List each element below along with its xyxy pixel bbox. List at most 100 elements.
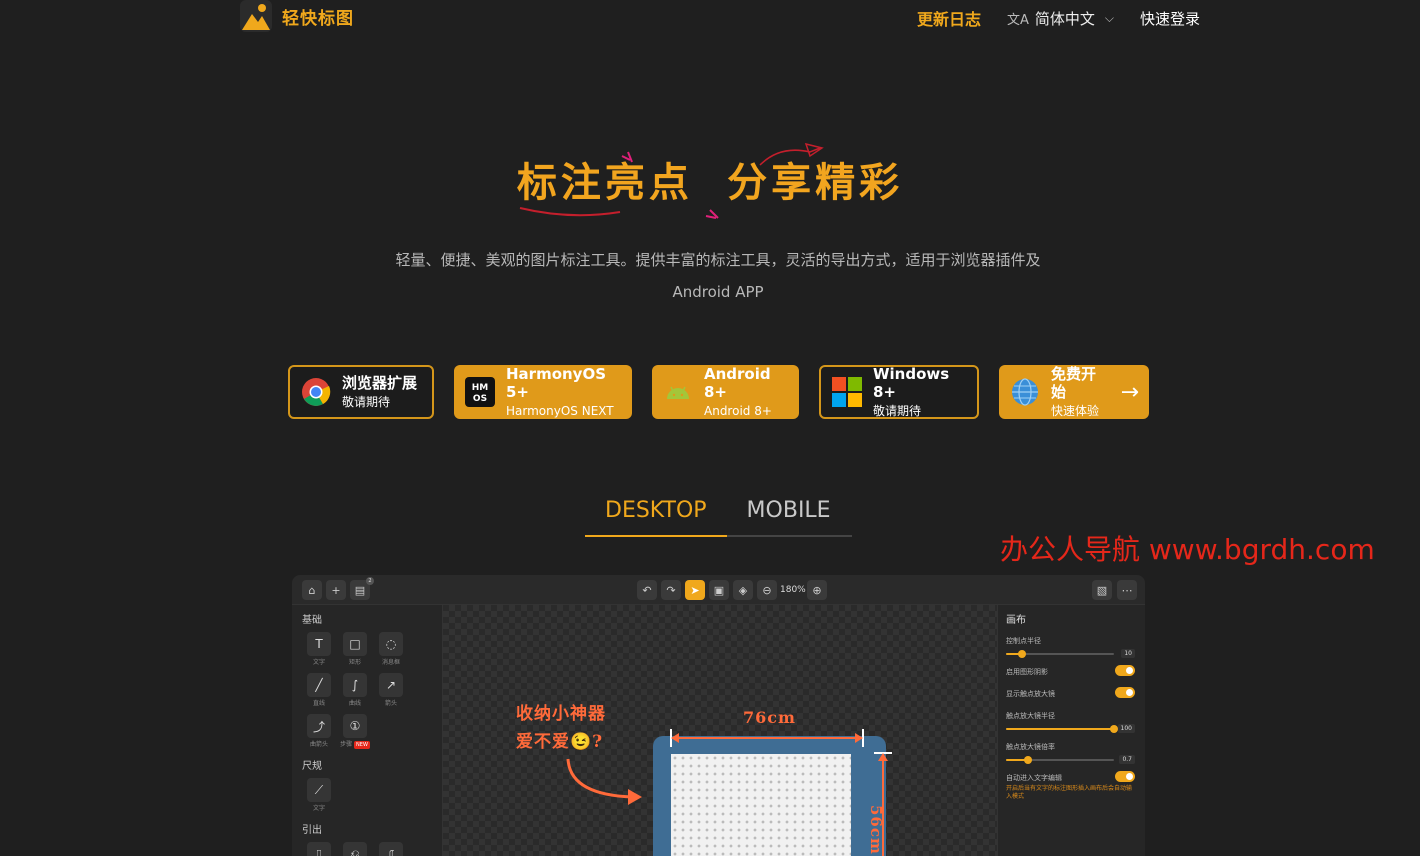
tool-bubble[interactable]: ◌ 消息框 xyxy=(373,632,409,667)
new-badge: NEW xyxy=(354,741,370,749)
rect-icon: □ xyxy=(343,632,367,656)
ruler-icon: ⟋ xyxy=(307,778,331,802)
login-link[interactable]: 快速登录 xyxy=(1140,8,1200,29)
callout-icon: ⎎ xyxy=(379,842,403,856)
section-ruler: 尺规 xyxy=(302,761,322,772)
dimension-height-label: 56cm xyxy=(867,805,885,855)
auto-edit-toggle-row: 自动进入文字编辑 xyxy=(1006,771,1137,783)
magnifier-toggle-row: 显示触点放大镜 xyxy=(1006,687,1137,711)
crop-icon[interactable]: ▣ xyxy=(709,580,729,600)
tool-rect[interactable]: □ 矩形 xyxy=(337,632,373,667)
mag-radius-slider[interactable]: 100 xyxy=(1006,724,1137,734)
annotation-text-line1: 收纳小神器 xyxy=(516,704,606,724)
watermark-text: 办公人导航 www.bgrdh.com xyxy=(1000,533,1375,566)
more-icon[interactable]: ⋯ xyxy=(1117,580,1137,600)
brand-logo[interactable]: 轻快标图 xyxy=(240,0,354,32)
line-icon: ╱ xyxy=(307,673,331,697)
svg-text:HM: HM xyxy=(472,383,489,393)
tool-label: 曲箭头 xyxy=(309,741,328,748)
android-button[interactable]: Android 8+ Android 8+ xyxy=(652,365,799,419)
tool-callout-1[interactable]: ⎍ xyxy=(301,842,337,856)
panel-title: 画布 xyxy=(1006,615,1026,626)
ctrl-radius-slider[interactable]: 10 xyxy=(1006,649,1137,659)
chevron-down-icon: ⌵ xyxy=(1104,10,1114,25)
bubble-icon: ◌ xyxy=(379,632,403,656)
home-icon[interactable]: ⌂ xyxy=(302,580,322,600)
add-icon[interactable]: + xyxy=(326,580,346,600)
logo-icon xyxy=(240,0,272,32)
undo-icon[interactable]: ↶ xyxy=(637,580,657,600)
tab-mobile[interactable]: MOBILE xyxy=(727,497,851,535)
platform-sub-label: HarmonyOS NEXT xyxy=(506,404,614,418)
tab-desktop[interactable]: DESKTOP xyxy=(585,497,727,537)
windows-button[interactable]: Windows 8+ 敬请期待 xyxy=(819,365,979,419)
shadow-label: 启用图形阴影 xyxy=(1006,668,1048,676)
subtitle-line1: 轻量、便捷、美观的图片标注工具。提供丰富的标注工具，灵活的导出方式，适用于浏览器… xyxy=(395,251,1041,269)
hero-title: 标注亮点 分享精彩 xyxy=(0,150,1420,208)
language-selector[interactable]: 文A 简体中文 ⌵ xyxy=(1007,8,1114,29)
slider-value: 10 xyxy=(1121,649,1135,658)
top-nav: 轻快标图 更新日志 文A 简体中文 ⌵ 快速登录 xyxy=(0,0,1420,34)
layers-icon[interactable]: ◈ xyxy=(733,580,753,600)
image-export-icon[interactable]: ▧ xyxy=(1092,580,1112,600)
windows-icon xyxy=(831,376,863,408)
shadow-toggle-row: 启用图形阴影 xyxy=(1006,665,1137,689)
zoom-in-icon[interactable]: ⊕ xyxy=(807,580,827,600)
step-icon: ① xyxy=(343,714,367,738)
platform-main-label: Android 8+ xyxy=(704,365,771,401)
platform-sub-label: 敬请期待 xyxy=(342,395,391,409)
zoom-out-icon[interactable]: ⊖ xyxy=(757,580,777,600)
tool-label: 直线 xyxy=(312,700,325,707)
tool-line[interactable]: ╱ 直线 xyxy=(301,673,337,708)
hero-title-part1: 标注亮点 xyxy=(516,159,693,206)
harmonyos-button[interactable]: HM OS HarmonyOS 5+ HarmonyOS NEXT xyxy=(454,365,632,419)
magnifier-label: 显示触点放大镜 xyxy=(1006,690,1055,698)
browser-extension-button[interactable]: 浏览器扩展 敬请期待 xyxy=(288,365,434,419)
platform-buttons: 浏览器扩展 敬请期待 HM OS HarmonyOS 5+ HarmonyOS … xyxy=(288,365,1149,419)
platform-main-label: Windows 8+ xyxy=(873,365,950,401)
tool-curved-arrow[interactable]: ⤴ 曲箭头 xyxy=(301,714,337,749)
tool-panel: 基础 T 文字 □ 矩形 ◌ 消息框 ╱ 直线 ∫ 曲线 ↗ 箭头 ⤴ 曲箭头 ① 步骤 NEW… xyxy=(292,605,443,856)
tool-callout-3[interactable]: ⎎ xyxy=(373,842,409,856)
arrow-icon: ↗ xyxy=(379,673,403,697)
callout-icon: ⎌ xyxy=(343,842,367,856)
section-basic: 基础 xyxy=(302,615,322,626)
auto-edit-toggle[interactable] xyxy=(1115,771,1135,782)
tool-step[interactable]: ① 步骤 NEW xyxy=(337,714,373,749)
brand-name: 轻快标图 xyxy=(282,8,354,29)
platform-main-label: HarmonyOS 5+ xyxy=(506,365,607,401)
tool-text[interactable]: T 文字 xyxy=(301,632,337,667)
text-icon: T xyxy=(307,632,331,656)
app-toolbar: ⌂ + ▤ 2 ↶ ↷ ➤ ▣ ◈ ⊖ 180% ⊕ ▧ ⋯ xyxy=(292,575,1145,605)
mag-ratio-slider[interactable]: 0.7 xyxy=(1006,755,1137,765)
tool-callout-2[interactable]: ⎌ xyxy=(337,842,373,856)
shadow-toggle[interactable] xyxy=(1115,665,1135,676)
tool-ruler[interactable]: ⟋ 文字 xyxy=(301,778,337,813)
free-start-button[interactable]: 免费开始 快速体验 → xyxy=(999,365,1149,419)
platform-sub-label: 敬请期待 xyxy=(873,404,922,418)
select-icon[interactable]: ➤ xyxy=(685,580,705,600)
zoom-level: 180% xyxy=(780,585,806,595)
tool-label: 步骤 xyxy=(340,741,353,748)
tool-label: 矩形 xyxy=(348,659,361,666)
tool-curve[interactable]: ∫ 曲线 xyxy=(337,673,373,708)
android-icon xyxy=(662,376,694,408)
language-label: 简体中文 xyxy=(1034,9,1095,28)
drawing-canvas[interactable]: 收纳小神器 爱不爱😉? 76cm 56cm xyxy=(443,605,997,856)
annotation-text-line2: 爱不爱😉? xyxy=(516,732,604,752)
properties-panel: 画布 控制点半径 10 启用图形阴影 显示触点放大镜 触点放大镜半径 100 触… xyxy=(997,605,1145,856)
platform-sub-label: 快速体验 xyxy=(1051,404,1100,418)
hero-title-part2: 分享精彩 xyxy=(727,159,904,206)
redo-icon[interactable]: ↷ xyxy=(661,580,681,600)
chrome-icon xyxy=(300,376,332,408)
mag-ratio-label: 触点放大镜倍率 xyxy=(1006,743,1055,751)
harmonyos-icon: HM OS xyxy=(464,376,496,408)
changelog-link[interactable]: 更新日志 xyxy=(917,6,981,30)
magnifier-toggle[interactable] xyxy=(1115,687,1135,698)
tool-arrow[interactable]: ↗ 箭头 xyxy=(373,673,409,708)
dimension-width-label: 76cm xyxy=(743,708,796,727)
dimension-marks xyxy=(670,729,892,856)
translate-icon: 文A xyxy=(1006,12,1029,28)
auto-edit-label: 自动进入文字编辑 xyxy=(1006,774,1062,782)
tool-label: 文字 xyxy=(312,659,325,666)
